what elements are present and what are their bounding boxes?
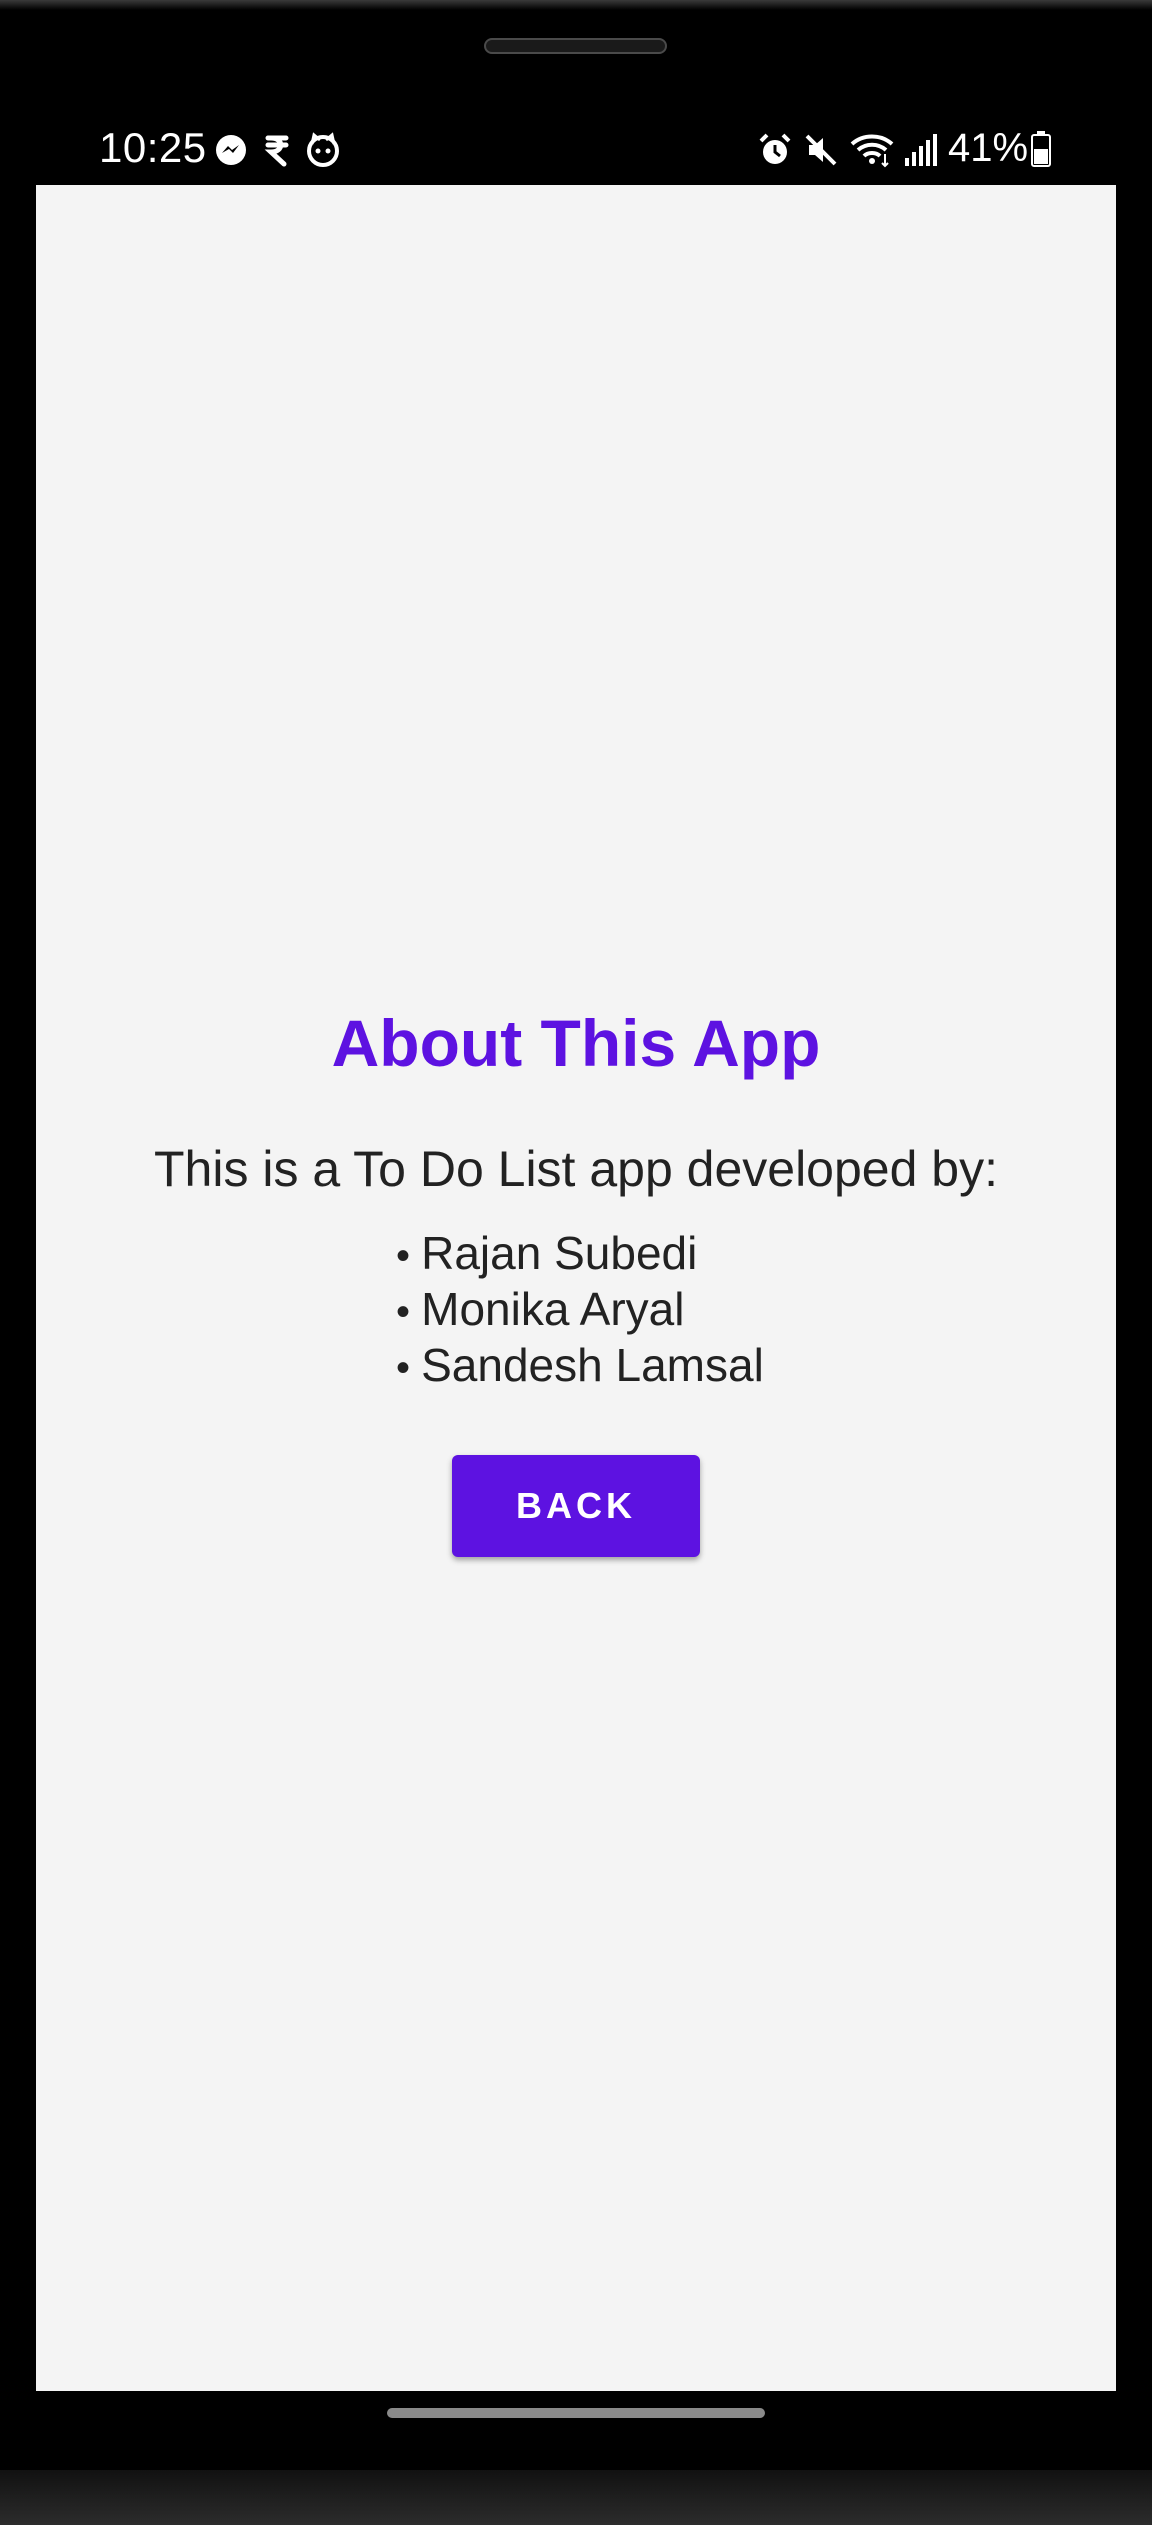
list-item: Rajan Subedi [396, 1227, 896, 1283]
messenger-icon [216, 135, 246, 165]
mute-icon [805, 134, 837, 166]
cat-face-icon [307, 132, 339, 167]
list-item: Monika Aryal [396, 1283, 896, 1339]
status-time: 10:25 [99, 124, 207, 171]
app-screen: About This App This is a To Do List app … [36, 185, 1116, 2391]
device-frame-top [0, 0, 1152, 10]
about-content: About This App This is a To Do List app … [36, 185, 1116, 2391]
wifi-icon [850, 134, 894, 168]
battery-icon [1031, 131, 1051, 167]
status-bar: 10:25 41% [36, 118, 1116, 186]
alarm-icon [759, 133, 791, 164]
developer-list: Rajan Subedi Monika Aryal Sandesh Lamsal [396, 1227, 896, 1395]
list-item: Sandesh Lamsal [396, 1339, 896, 1395]
phone-device: 10:25 41% About This App This is a To Do… [0, 0, 1152, 2525]
page-title: About This App [331, 1006, 821, 1080]
rupee-app-icon [264, 135, 289, 167]
battery-percentage: 41% [948, 126, 1029, 170]
home-indicator[interactable] [387, 2408, 765, 2418]
earpiece-speaker [484, 38, 667, 54]
intro-text: This is a To Do List app developed by: [153, 1141, 999, 1197]
back-button[interactable]: BACK [452, 1455, 700, 1557]
device-frame-bottom [0, 2470, 1152, 2525]
signal-icon [905, 134, 937, 166]
